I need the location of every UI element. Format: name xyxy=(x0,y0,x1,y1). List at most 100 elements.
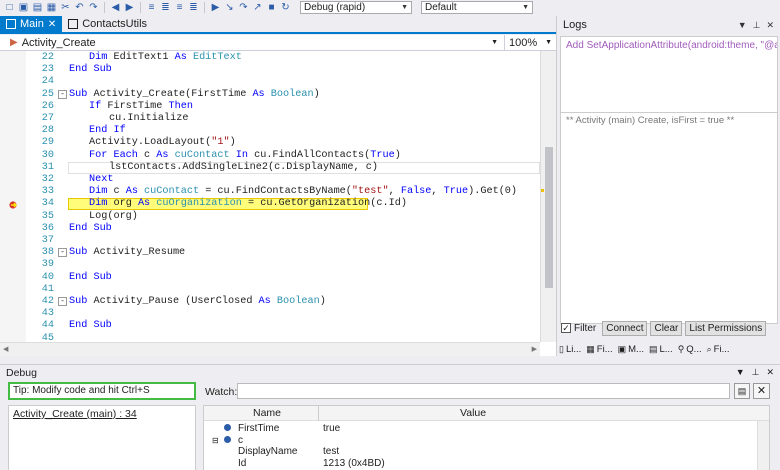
variable-row[interactable]: Id 1213 (0x4BD) xyxy=(204,458,769,470)
variables-scrollbar[interactable] xyxy=(757,421,769,470)
logs-output[interactable]: ** Activity (main) Create, isFirst = tru… xyxy=(560,112,778,324)
outdent-icon[interactable]: ≣ xyxy=(160,2,171,13)
side-tab[interactable]: ⌕ Fi... xyxy=(707,344,730,355)
close-icon[interactable]: ✕ xyxy=(766,367,774,378)
variable-row[interactable]: DisplayName test xyxy=(204,446,769,458)
grid-icon[interactable]: ▦ xyxy=(46,2,57,13)
tab-contactsutils[interactable]: ContactsUtils xyxy=(62,16,153,32)
code-line[interactable]: 41 xyxy=(0,284,540,296)
watch-input[interactable] xyxy=(237,383,730,399)
logs-info-text: Add SetApplicationAttribute(android:them… xyxy=(566,40,778,51)
pin-icon[interactable]: ⊥ xyxy=(752,367,760,378)
line-number: 41 xyxy=(41,283,54,295)
clear-button[interactable]: Clear xyxy=(650,320,683,336)
code-vertical-scrollbar[interactable] xyxy=(540,51,556,342)
new-file-icon[interactable]: □ xyxy=(4,2,15,13)
save-icon[interactable]: ▣ xyxy=(18,2,29,13)
undo-icon[interactable]: ↶ xyxy=(74,2,85,13)
stack-frame[interactable]: Activity_Create (main) : 34 xyxy=(13,408,137,420)
device-select[interactable]: Default ▼ xyxy=(421,0,533,14)
watch-add-button[interactable]: ▤ xyxy=(734,383,750,399)
watch-clear-button[interactable]: ✕ xyxy=(753,383,770,399)
code-line[interactable]: 33 Dim c As cuContact = cu.FindContactsBy… xyxy=(0,186,540,198)
uncomment-icon[interactable]: ≣ xyxy=(188,2,199,13)
panel-menu-icon[interactable]: ▼ xyxy=(738,20,747,31)
side-tab[interactable]: ⚲ Q... xyxy=(678,344,702,355)
code-line[interactable]: 30 For Each c As cuContact In cu.FindAllC… xyxy=(0,150,540,162)
side-tab[interactable]: ▤ L... xyxy=(649,344,673,355)
step-into-icon[interactable]: ↘ xyxy=(224,2,235,13)
code-line[interactable]: 34 Dim org As cuOrganization = cu.GetOrga… xyxy=(0,198,540,210)
value-column-header[interactable]: Value xyxy=(460,407,486,419)
comment-icon[interactable]: ≡ xyxy=(174,2,185,13)
collapse-icon[interactable]: ⊟ xyxy=(212,435,219,447)
side-tab[interactable]: ▯ Li... xyxy=(559,344,581,355)
code-line[interactable]: 40 End Sub xyxy=(0,272,540,284)
collapse-icon[interactable]: - xyxy=(58,89,67,99)
code-text: Dim c As cuContact = cu.FindContactsByNa… xyxy=(89,186,518,198)
zoom-select[interactable]: 100% ▼ xyxy=(504,34,556,51)
code-line[interactable]: 25- Sub Activity_Create(FirstTime As Bool… xyxy=(0,89,540,101)
code-editor[interactable]: 22 Dim EditText1 As EditText 23 End Sub 24 25… xyxy=(0,51,556,356)
nav-back-icon[interactable]: ◀ xyxy=(110,2,121,13)
list-permissions-button[interactable]: List Permissions xyxy=(685,320,767,336)
variable-row[interactable]: ⊟ c xyxy=(204,435,769,447)
code-line[interactable]: 23 End Sub xyxy=(0,64,540,76)
code-line[interactable]: 42- Sub Activity_Pause (UserClosed As Boo… xyxy=(0,296,540,308)
quick-search-icon: ⚲ xyxy=(677,343,685,354)
code-line[interactable]: 44 End Sub xyxy=(0,320,540,332)
code-line[interactable]: 26 If FirstTime Then xyxy=(0,101,540,113)
line-number: 22 xyxy=(41,52,54,63)
connect-button[interactable]: Connect xyxy=(602,320,648,336)
code-line[interactable]: 32 Next xyxy=(0,174,540,186)
indent-icon[interactable]: ≡ xyxy=(146,2,157,13)
nav-forward-icon[interactable]: ▶ xyxy=(124,2,135,13)
redo-icon[interactable]: ↷ xyxy=(88,2,99,13)
collapse-icon[interactable]: - xyxy=(58,297,67,306)
save-all-icon[interactable]: ▤ xyxy=(32,2,43,13)
code-line[interactable]: 22 Dim EditText1 As EditText xyxy=(0,52,540,64)
toolbar-separator xyxy=(204,1,205,13)
scroll-left-icon[interactable]: ◀ xyxy=(3,345,8,353)
call-stack-panel: Activity_Create (main) : 34 xyxy=(8,405,196,470)
step-out-icon[interactable]: ↗ xyxy=(252,2,263,13)
scroll-thumb[interactable] xyxy=(545,147,553,288)
run-icon[interactable]: ▶ xyxy=(210,2,221,13)
step-over-icon[interactable]: ↷ xyxy=(238,2,249,13)
tab-main[interactable]: Main ✕ xyxy=(0,16,63,32)
code-line[interactable]: 43 xyxy=(0,308,540,320)
code-line[interactable]: 28 End If xyxy=(0,125,540,137)
code-line[interactable]: 31 lstContacts.AddSingleLine2(c.DisplayNa… xyxy=(0,162,540,174)
close-icon[interactable]: ✕ xyxy=(48,19,56,30)
panel-menu-icon[interactable]: ▼ xyxy=(736,367,745,378)
close-icon[interactable]: ✕ xyxy=(766,20,774,31)
name-column-header[interactable]: Name xyxy=(253,407,281,419)
zoom-value: 100% xyxy=(509,36,538,49)
tip-box: Tip: Modify code and hit Ctrl+S xyxy=(8,382,196,400)
code-line[interactable]: 39 xyxy=(0,259,540,271)
side-tab[interactable]: ▣ M... xyxy=(618,344,644,355)
build-config-select[interactable]: Debug (rapid) ▼ xyxy=(300,0,412,14)
side-tab[interactable]: ▦ Fi... xyxy=(586,344,612,355)
sub-selector[interactable]: Activity_Create xyxy=(22,37,491,49)
pin-icon[interactable]: ⊥ xyxy=(753,20,761,31)
editor-tab-strip: Main ✕ ContactsUtils xyxy=(0,16,556,34)
code-line[interactable]: 29 Activity.LoadLayout("1") xyxy=(0,137,540,149)
restart-icon[interactable]: ↻ xyxy=(280,2,291,13)
stop-icon[interactable]: ■ xyxy=(266,2,277,13)
code-line[interactable]: 37 xyxy=(0,235,540,247)
tab-contactsutils-label: ContactsUtils xyxy=(82,18,148,30)
code-line[interactable]: 24 xyxy=(0,76,540,88)
collapse-icon[interactable]: - xyxy=(58,248,67,258)
code-line[interactable]: 35 Log(org) xyxy=(0,211,540,223)
filter-checkbox[interactable]: ✓ xyxy=(561,323,571,333)
code-line[interactable]: 36 End Sub xyxy=(0,223,540,235)
side-tab-label: Li... xyxy=(565,343,582,355)
cut-icon[interactable]: ✂ xyxy=(60,2,71,13)
code-line[interactable]: 27 cu.Initialize xyxy=(0,113,540,125)
code-line[interactable]: 38- Sub Activity_Resume xyxy=(0,247,540,259)
variable-row[interactable]: FirstTime true xyxy=(204,423,769,435)
scroll-right-icon[interactable]: ▶ xyxy=(532,345,537,353)
chevron-down-icon[interactable]: ▼ xyxy=(491,39,498,46)
code-horizontal-scrollbar[interactable]: ◀ ▶ xyxy=(0,342,540,356)
